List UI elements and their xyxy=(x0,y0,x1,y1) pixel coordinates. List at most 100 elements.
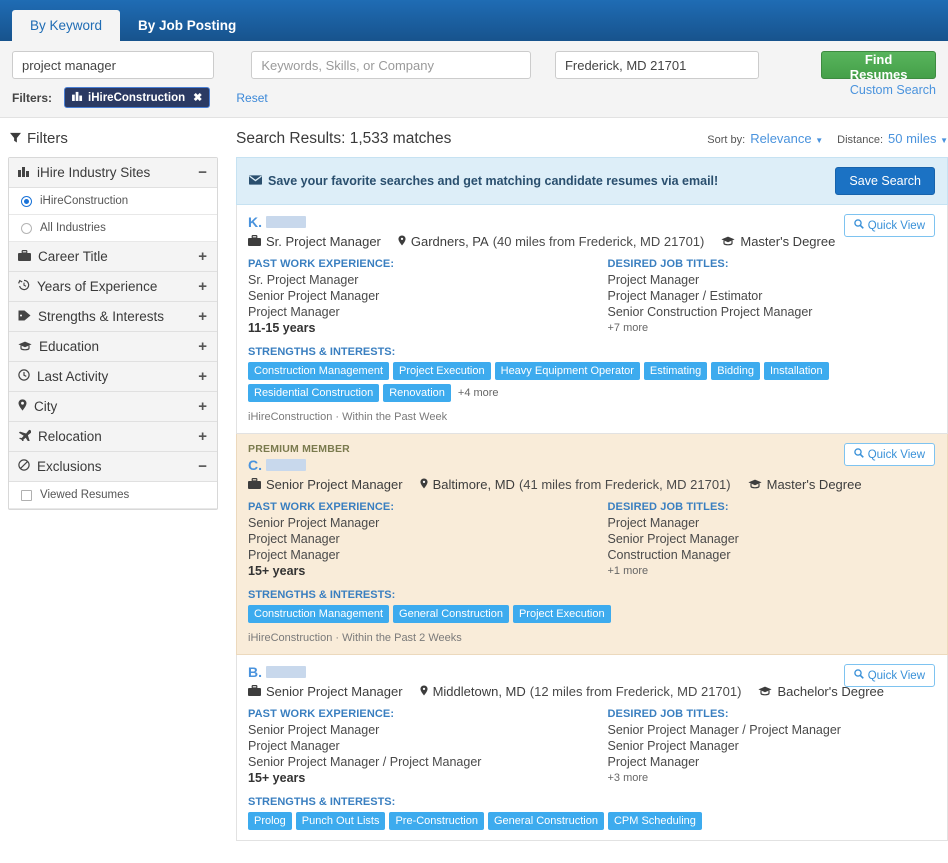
active-filter-chip-ihireconstruction[interactable]: iHireConstruction ✖ xyxy=(64,87,211,108)
radio-unchecked[interactable] xyxy=(21,222,32,234)
active-filter-chip-label: iHireConstruction xyxy=(88,91,186,104)
facet-header-career-title[interactable]: Career Title + xyxy=(9,242,217,272)
tag-icon xyxy=(18,309,31,324)
tab-by-keyword-label: By Keyword xyxy=(30,18,103,33)
past-work-column: PAST WORK EXPERIENCE: Senior Project Mana… xyxy=(248,708,592,786)
map-pin-sm-icon xyxy=(420,684,428,699)
facet-header-education[interactable]: Education + xyxy=(9,332,217,362)
desired-titles-column: DESIRED JOB TITLES: Project Manager Senior… xyxy=(592,501,936,579)
plane-icon xyxy=(18,429,32,444)
ban-icon xyxy=(18,459,30,474)
candidate-education: Master's Degree xyxy=(748,477,862,492)
close-icon[interactable]: ✖ xyxy=(193,91,202,104)
strength-tag[interactable]: General Construction xyxy=(393,605,509,623)
strength-tag[interactable]: Estimating xyxy=(643,362,708,380)
facet-label: Years of Experience xyxy=(37,279,158,294)
facet-header-ihire-industry-sites[interactable]: iHire Industry Sites − xyxy=(9,158,217,188)
custom-search-link[interactable]: Custom Search xyxy=(850,83,936,97)
location-input[interactable] xyxy=(554,51,760,79)
quick-view-label: Quick View xyxy=(867,448,925,461)
magnifier-icon xyxy=(853,219,864,232)
candidate-location: Baltimore, MD xyxy=(420,477,515,492)
sort-by-value: Relevance xyxy=(750,131,812,146)
strength-tag[interactable]: Punch Out Lists xyxy=(295,812,386,830)
expand-icon[interactable]: + xyxy=(198,279,207,294)
strength-tag[interactable]: Heavy Equipment Operator xyxy=(494,362,640,380)
quick-view-button[interactable]: Quick View xyxy=(843,443,935,466)
facet-option[interactable]: iHireConstruction xyxy=(9,188,217,215)
tab-by-job-posting[interactable]: By Job Posting xyxy=(120,10,254,41)
distance-text: (40 miles from Frederick, MD 21701) xyxy=(492,234,705,249)
strength-tag[interactable]: Bidding xyxy=(711,362,760,380)
strength-tag[interactable]: Renovation xyxy=(383,384,451,402)
facet-option[interactable]: Viewed Resumes xyxy=(9,482,217,509)
distance-text: (12 miles from Frederick, MD 21701) xyxy=(529,684,742,699)
facet-option[interactable]: All Industries xyxy=(9,215,217,242)
search-panel: By Keyword By Job Posting Find Resumes F… xyxy=(0,0,948,118)
candidate-initial: K. xyxy=(248,214,262,230)
candidate-card[interactable]: Quick View PREMIUM MEMBER C. Senior Project… xyxy=(236,434,948,655)
active-filters-row: Filters: iHireConstruction ✖ Reset Custo… xyxy=(0,79,948,117)
strengths-more-link[interactable]: +4 more xyxy=(458,387,499,399)
desired-titles-more-link[interactable]: +3 more xyxy=(608,770,936,786)
strength-tag[interactable]: Project Execution xyxy=(512,605,611,623)
past-work-column: PAST WORK EXPERIENCE: Sr. Project Manager… xyxy=(248,258,592,336)
quick-view-label: Quick View xyxy=(867,669,925,682)
candidate-detail-columns: PAST WORK EXPERIENCE: Senior Project Mana… xyxy=(248,501,935,579)
distance-select[interactable]: 50 miles ▼ xyxy=(888,131,948,146)
strength-tag[interactable]: Installation xyxy=(763,362,829,380)
candidate-card[interactable]: Quick View B. Senior Project Manager Middle… xyxy=(236,655,948,841)
facet-header-years-of-experience[interactable]: Years of Experience + xyxy=(9,272,217,302)
strength-tag[interactable]: Prolog xyxy=(248,812,292,830)
expand-icon[interactable]: + xyxy=(198,429,207,444)
years-of-experience: 15+ years xyxy=(248,771,306,785)
collapse-icon[interactable]: − xyxy=(198,165,207,180)
desired-titles-more-link[interactable]: +1 more xyxy=(608,563,936,579)
strength-tag[interactable]: Residential Construction xyxy=(248,384,380,402)
map-pin-sm-icon xyxy=(420,477,428,492)
expand-icon[interactable]: + xyxy=(198,309,207,324)
tab-by-keyword[interactable]: By Keyword xyxy=(12,10,121,41)
facet-header-strengths-interests[interactable]: Strengths & Interests + xyxy=(9,302,217,332)
strength-tag[interactable]: Construction Management xyxy=(248,362,390,380)
strength-tag[interactable]: CPM Scheduling xyxy=(607,812,702,830)
candidate-source-line: iHireConstruction · Within the Past 2 We… xyxy=(248,632,462,644)
strength-tag[interactable]: Pre-Construction xyxy=(389,812,484,830)
candidate-name-link[interactable]: C. xyxy=(248,457,935,473)
candidate-name-link[interactable]: B. xyxy=(248,664,935,680)
find-resumes-button[interactable]: Find Resumes xyxy=(821,51,936,82)
past-work-item: Senior Project Manager xyxy=(248,516,380,530)
facet-header-exclusions[interactable]: Exclusions − xyxy=(9,452,217,482)
reset-filters-link[interactable]: Reset xyxy=(236,91,267,105)
expand-icon[interactable]: + xyxy=(198,369,207,384)
strength-tag[interactable]: Construction Management xyxy=(248,605,390,623)
checkbox-unchecked[interactable] xyxy=(21,489,32,501)
expand-icon[interactable]: + xyxy=(198,249,207,264)
keyword-input[interactable] xyxy=(12,51,215,79)
career-title-text: Sr. Project Manager xyxy=(266,234,381,249)
desired-titles-header: DESIRED JOB TITLES: xyxy=(607,258,729,270)
candidate-name-link[interactable]: K. xyxy=(248,214,935,230)
expand-icon[interactable]: + xyxy=(198,339,207,354)
radio-checked[interactable] xyxy=(21,195,32,207)
results-controls: Sort by: Relevance ▼ Distance: 50 miles … xyxy=(707,131,948,146)
facet-header-last-activity[interactable]: Last Activity + xyxy=(9,362,217,392)
expand-icon[interactable]: + xyxy=(198,399,207,414)
facet-label: iHire Industry Sites xyxy=(37,165,151,180)
past-work-item: Senior Project Manager xyxy=(248,723,380,737)
facet-header-city[interactable]: City + xyxy=(9,392,217,422)
redacted-name xyxy=(266,666,306,678)
quick-view-button[interactable]: Quick View xyxy=(843,214,935,237)
candidate-card[interactable]: Quick View K. Sr. Project Manager Gardners,… xyxy=(236,205,948,434)
skills-input[interactable] xyxy=(251,51,531,79)
career-title: Senior Project Manager xyxy=(248,684,403,699)
desired-titles-more-link[interactable]: +7 more xyxy=(608,320,936,336)
strength-tag[interactable]: General Construction xyxy=(488,812,604,830)
sort-by-select[interactable]: Relevance ▼ xyxy=(750,131,823,146)
industry-chart-icon xyxy=(18,165,30,180)
facet-header-relocation[interactable]: Relocation + xyxy=(9,422,217,452)
save-search-button[interactable]: Save Search xyxy=(835,167,935,195)
strength-tag[interactable]: Project Execution xyxy=(393,362,491,380)
collapse-icon[interactable]: − xyxy=(198,459,207,474)
quick-view-button[interactable]: Quick View xyxy=(843,664,935,687)
